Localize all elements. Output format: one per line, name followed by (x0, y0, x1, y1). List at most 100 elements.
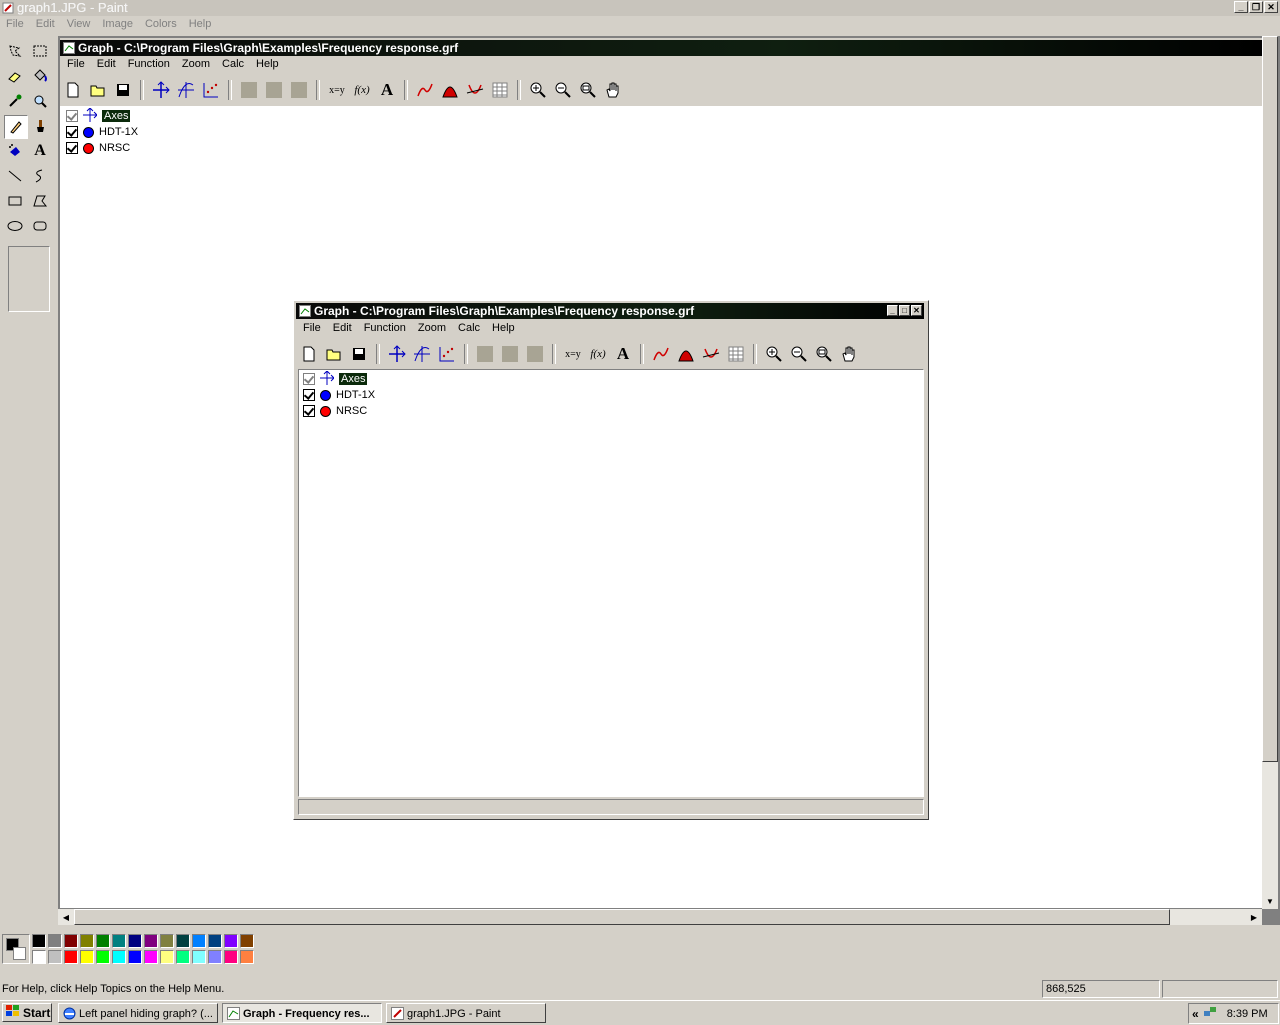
zoom-out-icon[interactable] (552, 79, 574, 101)
rectangle-tool-icon[interactable] (4, 190, 26, 212)
graph-small-minimize-button[interactable]: _ (887, 305, 898, 316)
save-icon[interactable] (112, 79, 134, 101)
color-swatch[interactable] (144, 934, 158, 948)
insert-function-icon[interactable]: f(x) (351, 79, 373, 101)
color-swatch[interactable] (192, 934, 206, 948)
graph-small-menu-zoom[interactable]: Zoom (418, 322, 446, 334)
color-swatch[interactable] (224, 950, 238, 964)
color-swatch[interactable] (96, 950, 110, 964)
scroll-right-icon[interactable]: ▶ (1246, 909, 1262, 925)
color-swatch[interactable] (32, 950, 46, 964)
list-item[interactable]: NRSC (303, 403, 375, 419)
nrsc-checkbox[interactable] (66, 142, 78, 154)
color-swatch[interactable] (208, 950, 222, 964)
color-swatch[interactable] (144, 950, 158, 964)
zoom-fit-icon[interactable] (813, 343, 835, 365)
tangent-icon[interactable] (700, 343, 722, 365)
horizontal-scrollbar[interactable]: ◀ ▶ (58, 909, 1262, 925)
free-select-icon[interactable] (4, 40, 26, 62)
color-swatch[interactable] (64, 950, 78, 964)
color-swatch[interactable] (32, 934, 46, 948)
scroll-thumb-vertical[interactable] (1262, 36, 1278, 762)
zoom-in-icon[interactable] (763, 343, 785, 365)
color-picker-icon[interactable] (4, 90, 26, 112)
color-swatch[interactable] (160, 934, 174, 948)
hdt-checkbox[interactable] (303, 389, 315, 401)
paint-menu-colors[interactable]: Colors (145, 18, 177, 32)
network-icon[interactable] (1203, 1006, 1217, 1021)
start-button[interactable]: Start (2, 1003, 52, 1022)
graph-large-menu-help[interactable]: Help (256, 58, 279, 70)
color-swatch[interactable] (160, 950, 174, 964)
insert-axes-icon[interactable] (150, 79, 172, 101)
paint-menu-help[interactable]: Help (189, 18, 212, 32)
paint-menu-file[interactable]: File (6, 18, 24, 32)
nrsc-checkbox[interactable] (303, 405, 315, 417)
insert-label-icon[interactable]: A (376, 79, 398, 101)
insert-axes-icon[interactable] (386, 343, 408, 365)
shading-icon[interactable] (439, 79, 461, 101)
open-folder-icon[interactable] (87, 79, 109, 101)
scroll-down-icon[interactable]: ▼ (1262, 893, 1278, 909)
graph-small-close-button[interactable]: ✕ (911, 305, 922, 316)
color-swatch[interactable] (112, 934, 126, 948)
graph-small-menu-file[interactable]: File (303, 322, 321, 334)
insert-point-series-icon[interactable] (200, 79, 222, 101)
trendline-icon[interactable] (650, 343, 672, 365)
save-icon[interactable] (348, 343, 370, 365)
color-swatch[interactable] (112, 950, 126, 964)
curve-tool-icon[interactable] (29, 165, 51, 187)
list-item[interactable]: HDT-1X (66, 124, 138, 140)
graph-large-menu-function[interactable]: Function (128, 58, 170, 70)
axes-checkbox[interactable] (66, 110, 78, 122)
paint-menu-image[interactable]: Image (102, 18, 133, 32)
shading-icon[interactable] (675, 343, 697, 365)
color-swatch[interactable] (208, 934, 222, 948)
color-swatch[interactable] (96, 934, 110, 948)
graph-small-titlebar[interactable]: Graph - C:\Program Files\Graph\Examples\… (296, 303, 924, 319)
insert-function-axes-icon[interactable] (411, 343, 433, 365)
graph-small-menu-help[interactable]: Help (492, 322, 515, 334)
graph-large-menu-file[interactable]: File (67, 58, 85, 70)
open-folder-icon[interactable] (323, 343, 345, 365)
color-swatch[interactable] (224, 934, 238, 948)
insert-relation-icon[interactable]: x=y (326, 79, 348, 101)
graph-large-menu-zoom[interactable]: Zoom (182, 58, 210, 70)
clock[interactable]: 8:39 PM (1227, 1008, 1268, 1020)
text-tool-icon[interactable]: A (29, 140, 51, 162)
graph-large-menu-calc[interactable]: Calc (222, 58, 244, 70)
list-item[interactable]: Axes (303, 369, 375, 387)
insert-function-axes-icon[interactable] (175, 79, 197, 101)
table-icon[interactable] (725, 343, 747, 365)
eraser-icon[interactable] (4, 65, 26, 87)
brush-icon[interactable] (29, 115, 51, 137)
taskbar-button-paint[interactable]: graph1.JPG - Paint (386, 1003, 546, 1023)
move-hand-icon[interactable] (838, 343, 860, 365)
airbrush-icon[interactable] (4, 140, 26, 162)
trendline-icon[interactable] (414, 79, 436, 101)
list-item[interactable]: HDT-1X (303, 387, 375, 403)
paint-titlebar[interactable]: graph1.JPG - Paint _ ❐ ✕ (0, 0, 1280, 16)
graph-small-maximize-button[interactable]: □ (899, 305, 910, 316)
color-swatch[interactable] (64, 934, 78, 948)
scroll-left-icon[interactable]: ◀ (58, 909, 74, 925)
zoom-in-icon[interactable] (527, 79, 549, 101)
color-swatch[interactable] (128, 950, 142, 964)
axes-checkbox[interactable] (303, 373, 315, 385)
insert-relation-icon[interactable]: x=y (562, 343, 584, 365)
color-swatch[interactable] (176, 950, 190, 964)
restore-button[interactable]: ❐ (1249, 1, 1263, 13)
graph-small-menu-edit[interactable]: Edit (333, 322, 352, 334)
tangent-icon[interactable] (464, 79, 486, 101)
color-swatch[interactable] (176, 934, 190, 948)
new-file-icon[interactable] (62, 79, 84, 101)
vertical-scrollbar[interactable]: ▼ (1262, 36, 1278, 909)
paint-menu-edit[interactable]: Edit (36, 18, 55, 32)
magnifier-icon[interactable] (29, 90, 51, 112)
graph-large-titlebar[interactable]: Graph - C:\Program Files\Graph\Examples\… (60, 40, 1262, 56)
graph-small-menu-function[interactable]: Function (364, 322, 406, 334)
tray-expand-icon[interactable]: « (1192, 1007, 1199, 1021)
minimize-button[interactable]: _ (1234, 1, 1248, 13)
zoom-fit-icon[interactable] (577, 79, 599, 101)
fill-bucket-icon[interactable] (29, 65, 51, 87)
